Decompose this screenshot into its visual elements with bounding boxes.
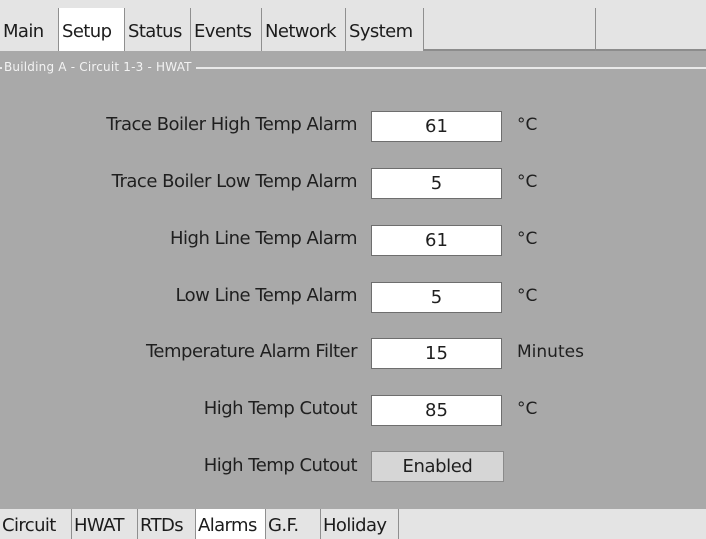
tab-hwat[interactable]: HWAT [72, 509, 138, 539]
setting-label-high-line: High Line Temp Alarm [170, 228, 357, 249]
setup-screen: Main Setup Status Events Network System … [0, 0, 706, 539]
temperature-alarm-filter-field[interactable]: 15 [371, 338, 502, 369]
tab-status[interactable]: Status [125, 8, 191, 51]
tab-system[interactable]: System [346, 8, 424, 51]
tab-events[interactable]: Events [191, 8, 262, 51]
unit-label: °C [517, 229, 538, 249]
high-line-temp-field[interactable]: 61 [371, 225, 502, 256]
trace-boiler-low-temp-field[interactable]: 5 [371, 168, 502, 199]
setting-label-alarm-filter: Temperature Alarm Filter [145, 341, 358, 362]
setting-label-trace-boiler-low: Trace Boiler Low Temp Alarm [111, 171, 358, 192]
unit-label: °C [517, 399, 538, 419]
tab-holiday[interactable]: Holiday [321, 509, 399, 539]
setting-label-cutout-toggle: High Temp Cutout [203, 455, 358, 476]
unit-label: Minutes [517, 342, 584, 362]
group-caption: Building A - Circuit 1-3 - HWAT [2, 58, 196, 76]
setting-label-trace-boiler-high: Trace Boiler High Temp Alarm [106, 114, 357, 135]
unit-label: °C [517, 172, 538, 192]
tab-setup[interactable]: Setup [59, 8, 125, 51]
top-tab-bar: Main Setup Status Events Network System [0, 0, 706, 51]
tab-gf[interactable]: G.F. [266, 509, 321, 539]
setting-label-high-temp-cutout: High Temp Cutout [203, 398, 358, 419]
low-line-temp-field[interactable]: 5 [371, 282, 502, 313]
tab-network[interactable]: Network [262, 8, 346, 51]
bottom-tab-bar: Circuit HWAT RTDs Alarms G.F. Holiday [0, 509, 706, 539]
unit-label: °C [517, 115, 538, 135]
high-temp-cutout-field[interactable]: 85 [371, 395, 502, 426]
tab-alarms[interactable]: Alarms [196, 509, 266, 539]
tab-rtds[interactable]: RTDs [138, 509, 196, 539]
tab-bar-filler [424, 8, 596, 51]
unit-label: °C [517, 286, 538, 306]
trace-boiler-high-temp-field[interactable]: 61 [371, 111, 502, 142]
tab-main[interactable]: Main [0, 8, 59, 51]
setting-label-low-line: Low Line Temp Alarm [175, 285, 357, 306]
tab-circuit[interactable]: Circuit [0, 509, 72, 539]
tab-bar-filler-right [596, 8, 706, 51]
high-temp-cutout-toggle-button[interactable]: Enabled [371, 451, 504, 482]
